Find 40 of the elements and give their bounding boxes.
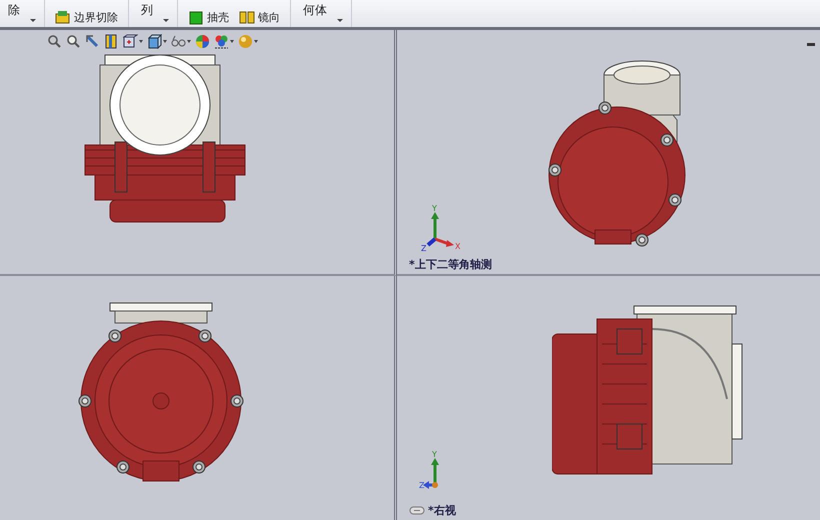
zoom-button[interactable]: [46, 33, 63, 50]
scene-icon: [214, 34, 229, 49]
ribbon-button[interactable]: 何体: [299, 0, 331, 21]
dropdown-arrow-icon: [254, 40, 258, 43]
dropdown-arrow-icon: [163, 40, 167, 43]
axis-triad-icon: [426, 212, 454, 247]
dropdown-arrow-icon: [163, 19, 169, 22]
dropdown-arrow-icon: [230, 40, 234, 43]
dropdown-arrow-icon: [30, 19, 36, 22]
zoom-icon: [47, 34, 62, 49]
glasses-icon: [171, 34, 186, 49]
ribbon-button[interactable]: 除: [4, 0, 24, 21]
color-wheel-button[interactable]: [194, 33, 211, 50]
dropdown-arrow-icon: [187, 40, 191, 43]
mirror-icon: [239, 10, 255, 25]
ribbon-button[interactable]: 抽壳: [186, 9, 231, 26]
shell-icon: [188, 10, 204, 25]
cube-button[interactable]: [146, 33, 168, 50]
scene-button[interactable]: [213, 33, 235, 50]
zoom-area-button[interactable]: [65, 33, 82, 50]
view-orientation-button[interactable]: [122, 33, 144, 50]
axis-label: Z: [421, 244, 426, 253]
axis-label: Z: [419, 481, 424, 490]
axis-label: Y: [432, 205, 437, 213]
view-label: *右视: [428, 503, 456, 518]
boundary-cut-icon: [55, 10, 71, 25]
axis-label: X: [455, 242, 460, 251]
dropdown-arrow-icon: [337, 19, 343, 22]
ribbon-button[interactable]: 列: [137, 0, 157, 21]
sphere-icon: [238, 34, 253, 49]
view-orientation-icon: [123, 34, 138, 49]
zoom-area-icon: [66, 34, 81, 49]
color-wheel-icon: [195, 34, 210, 49]
ribbon-button[interactable]: 边界切除: [53, 9, 120, 26]
view-label: *上下二等角轴测: [409, 257, 492, 272]
axis-label: Y: [432, 451, 437, 459]
ribbon-button[interactable]: 镜向: [237, 9, 282, 26]
axis-triad-icon: [423, 458, 439, 489]
cube-icon: [147, 34, 162, 49]
dropdown-arrow-icon: [139, 40, 143, 43]
